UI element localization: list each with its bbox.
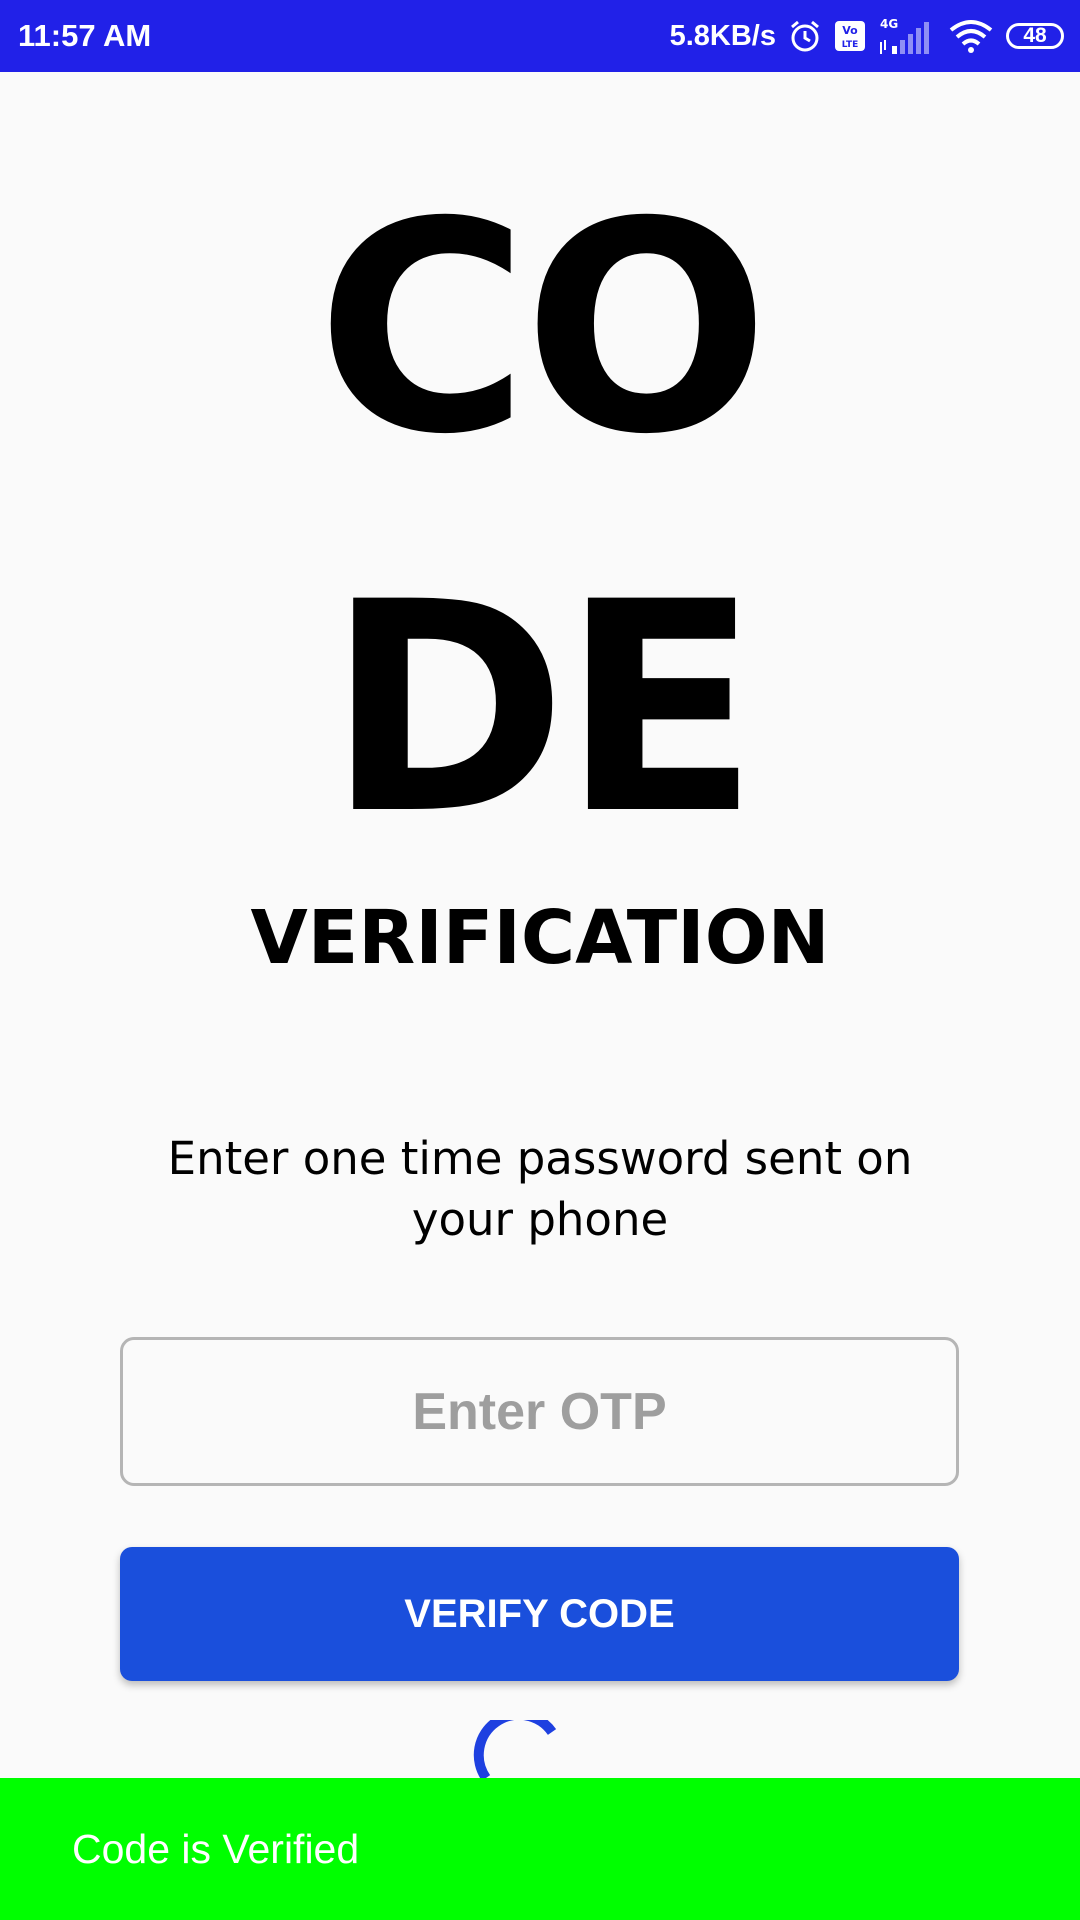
status-bar: 11:57 AM 5.8KB/s Vo LTE 4G 48 — [0, 0, 1080, 72]
wifi-icon — [948, 18, 994, 54]
svg-text:Vo: Vo — [842, 24, 858, 37]
battery-icon: 48 — [1006, 23, 1064, 49]
battery-level: 48 — [1023, 24, 1047, 47]
title-line-2: DE — [326, 541, 760, 878]
network-speed: 5.8KB/s — [669, 19, 776, 52]
signal-icon: 4G — [878, 16, 936, 56]
snackbar-message: Code is Verified — [72, 1826, 360, 1872]
otp-field-container — [120, 1337, 959, 1486]
snackbar: Code is Verified — [0, 1778, 1080, 1920]
volte-icon: Vo LTE — [834, 20, 866, 52]
otp-verification-screen: 11:57 AM 5.8KB/s Vo LTE 4G 48 CO DE VERI… — [0, 0, 1080, 1920]
status-icons: 5.8KB/s Vo LTE 4G 48 — [670, 14, 1064, 58]
svg-text:LTE: LTE — [842, 40, 859, 50]
page-subtitle: VERIFICATION — [250, 895, 830, 981]
otp-input[interactable] — [123, 1380, 956, 1443]
network-type-label: 4G — [880, 17, 898, 31]
title-line-1: CO — [316, 161, 769, 498]
instruction-text: Enter one time password sent on your pho… — [167, 1132, 913, 1246]
status-time: 11:57 AM — [18, 18, 152, 53]
verify-code-button[interactable]: VERIFY CODE — [120, 1547, 959, 1681]
alarm-icon — [788, 19, 822, 53]
